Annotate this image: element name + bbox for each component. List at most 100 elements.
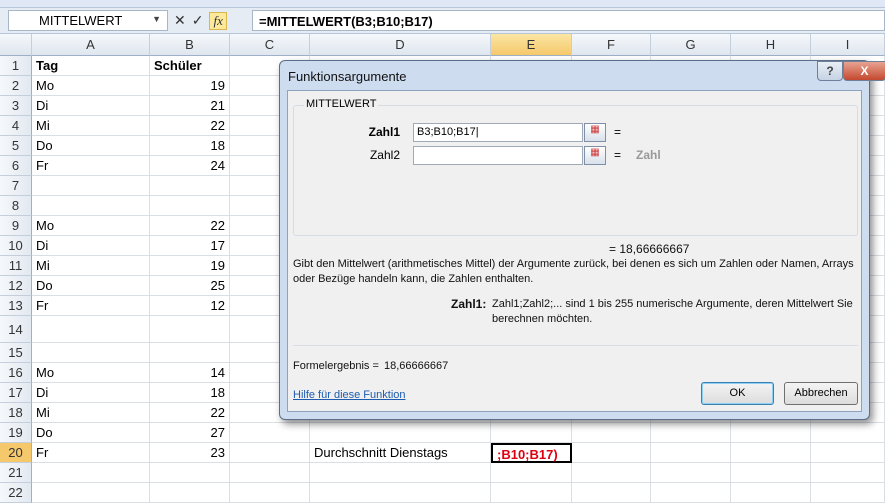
cancel-icon[interactable]: ✕ <box>174 12 186 29</box>
range-select-icon[interactable]: ▦ <box>584 146 606 165</box>
name-box[interactable]: MITTELWERT ▼ <box>8 10 168 31</box>
cell-B6[interactable]: 24 <box>150 156 230 176</box>
cell-A18[interactable]: Mi <box>32 403 150 423</box>
column-header-G[interactable]: G <box>651 34 731 56</box>
cell-A7[interactable] <box>32 176 150 196</box>
cell-A17[interactable]: Di <box>32 383 150 403</box>
row-header-12[interactable]: 12 <box>0 276 32 296</box>
cell-B2[interactable]: 19 <box>150 76 230 96</box>
cell-I22[interactable] <box>811 483 885 503</box>
cell-A10[interactable]: Di <box>32 236 150 256</box>
row-header-3[interactable]: 3 <box>0 96 32 116</box>
row-header-13[interactable]: 13 <box>0 296 32 316</box>
close-button[interactable]: X <box>843 61 885 81</box>
row-header-21[interactable]: 21 <box>0 463 32 483</box>
cell-A5[interactable]: Do <box>32 136 150 156</box>
row-header-6[interactable]: 6 <box>0 156 32 176</box>
cell-A21[interactable] <box>32 463 150 483</box>
column-header-A[interactable]: A <box>32 34 150 56</box>
zahl2-input[interactable] <box>413 146 583 165</box>
row-header-2[interactable]: 2 <box>0 76 32 96</box>
cell-I20[interactable] <box>811 443 885 463</box>
column-header-D[interactable]: D <box>310 34 491 56</box>
cell-A9[interactable]: Mo <box>32 216 150 236</box>
cell-B13[interactable]: 12 <box>150 296 230 316</box>
cell-E21[interactable] <box>491 463 572 483</box>
row-header-16[interactable]: 16 <box>0 363 32 383</box>
cell-A12[interactable]: Do <box>32 276 150 296</box>
cell-B18[interactable]: 22 <box>150 403 230 423</box>
row-header-15[interactable]: 15 <box>0 343 32 363</box>
cell-B3[interactable]: 21 <box>150 96 230 116</box>
cell-A6[interactable]: Fr <box>32 156 150 176</box>
row-header-17[interactable]: 17 <box>0 383 32 403</box>
cell-B10[interactable]: 17 <box>150 236 230 256</box>
cell-C21[interactable] <box>230 463 310 483</box>
chevron-down-icon[interactable]: ▼ <box>152 14 161 24</box>
cell-G20[interactable] <box>651 443 731 463</box>
cell-A19[interactable]: Do <box>32 423 150 443</box>
cell-F21[interactable] <box>572 463 651 483</box>
row-header-1[interactable]: 1 <box>0 56 32 76</box>
cell-B4[interactable]: 22 <box>150 116 230 136</box>
column-header-F[interactable]: F <box>572 34 651 56</box>
column-header-E[interactable]: E <box>491 34 572 56</box>
column-header-C[interactable]: C <box>230 34 310 56</box>
cell-C19[interactable] <box>230 423 310 443</box>
row-header-7[interactable]: 7 <box>0 176 32 196</box>
cell-A11[interactable]: Mi <box>32 256 150 276</box>
cell-D20[interactable]: Durchschnitt Dienstags <box>310 443 491 463</box>
cell-A15[interactable] <box>32 343 150 363</box>
enter-icon[interactable]: ✓ <box>192 12 204 29</box>
row-header-20[interactable]: 20 <box>0 443 32 463</box>
cell-B22[interactable] <box>150 483 230 503</box>
cell-B12[interactable]: 25 <box>150 276 230 296</box>
cell-A22[interactable] <box>32 483 150 503</box>
cell-D22[interactable] <box>310 483 491 503</box>
row-header-8[interactable]: 8 <box>0 196 32 216</box>
cell-D21[interactable] <box>310 463 491 483</box>
zahl1-input[interactable]: B3;B10;B17| <box>413 123 583 142</box>
column-header-B[interactable]: B <box>150 34 230 56</box>
cell-A20[interactable]: Fr <box>32 443 150 463</box>
cell-F19[interactable] <box>572 423 651 443</box>
cell-B17[interactable]: 18 <box>150 383 230 403</box>
cell-A1[interactable]: Tag <box>32 56 150 76</box>
cell-B15[interactable] <box>150 343 230 363</box>
row-header-22[interactable]: 22 <box>0 483 32 503</box>
cell-F22[interactable] <box>572 483 651 503</box>
cell-B11[interactable]: 19 <box>150 256 230 276</box>
cell-B1[interactable]: Schüler <box>150 56 230 76</box>
row-header-4[interactable]: 4 <box>0 116 32 136</box>
cell-H22[interactable] <box>731 483 811 503</box>
cell-A16[interactable]: Mo <box>32 363 150 383</box>
row-header-19[interactable]: 19 <box>0 423 32 443</box>
cell-H19[interactable] <box>731 423 811 443</box>
cell-E20[interactable]: ;B10;B17) <box>491 443 572 463</box>
cell-A8[interactable] <box>32 196 150 216</box>
cell-G21[interactable] <box>651 463 731 483</box>
cell-A2[interactable]: Mo <box>32 76 150 96</box>
row-header-11[interactable]: 11 <box>0 256 32 276</box>
cell-B9[interactable]: 22 <box>150 216 230 236</box>
cell-I21[interactable] <box>811 463 885 483</box>
cell-B21[interactable] <box>150 463 230 483</box>
cell-A4[interactable]: Mi <box>32 116 150 136</box>
cell-B16[interactable]: 14 <box>150 363 230 383</box>
cell-C22[interactable] <box>230 483 310 503</box>
ok-button[interactable]: OK <box>701 382 774 405</box>
row-header-14[interactable]: 14 <box>0 316 32 343</box>
cell-I19[interactable] <box>811 423 885 443</box>
help-link[interactable]: Hilfe für diese Funktion <box>293 388 406 403</box>
cell-D19[interactable] <box>310 423 491 443</box>
cell-H20[interactable] <box>731 443 811 463</box>
row-header-18[interactable]: 18 <box>0 403 32 423</box>
cancel-button[interactable]: Abbrechen <box>784 382 858 405</box>
cell-B20[interactable]: 23 <box>150 443 230 463</box>
formula-input[interactable]: =MITTELWERT(B3;B10;B17) <box>252 10 885 31</box>
cell-B19[interactable]: 27 <box>150 423 230 443</box>
cell-B5[interactable]: 18 <box>150 136 230 156</box>
cell-A13[interactable]: Fr <box>32 296 150 316</box>
column-header-I[interactable]: I <box>811 34 885 56</box>
cell-F20[interactable] <box>572 443 651 463</box>
